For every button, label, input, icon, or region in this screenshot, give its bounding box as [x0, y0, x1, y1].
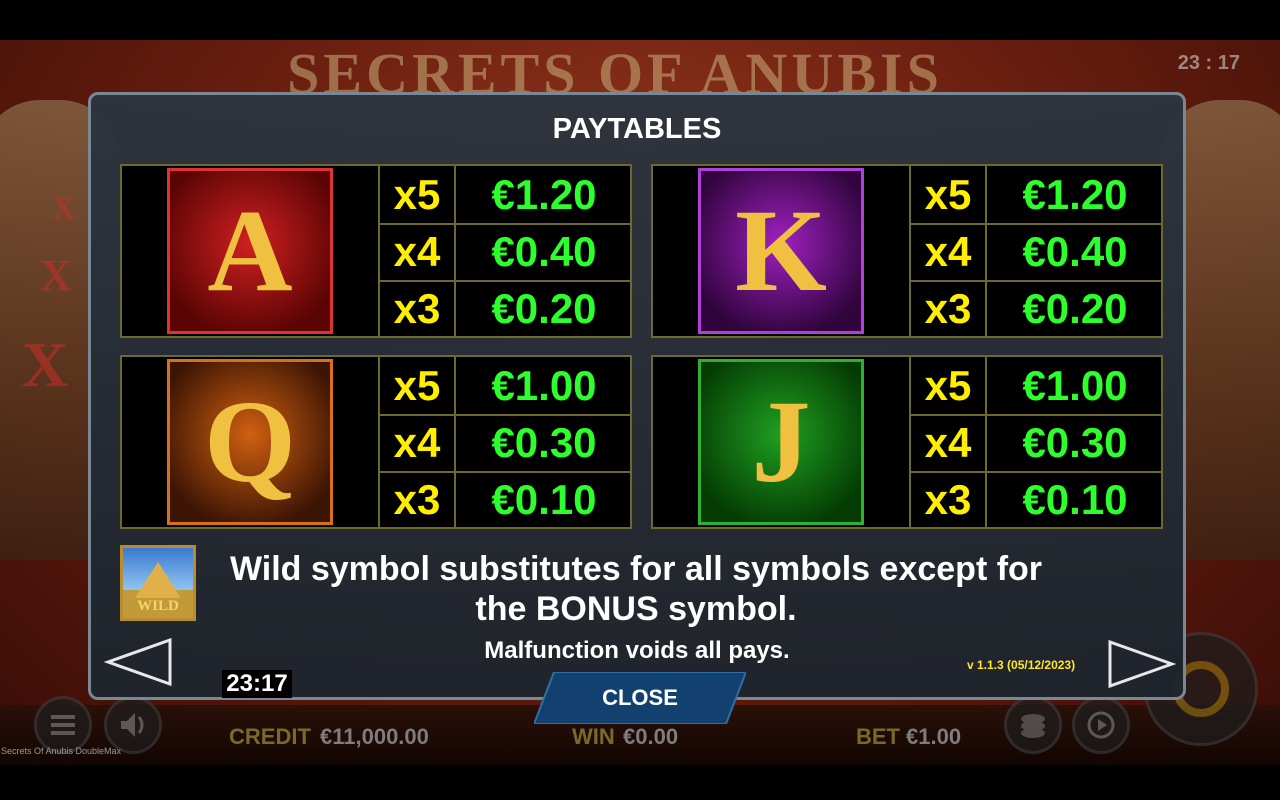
multiplier: x4: [378, 223, 454, 280]
bet-value: €1.00: [906, 724, 962, 749]
payout: €0.30: [985, 414, 1163, 471]
multiplier: x3: [909, 280, 985, 337]
payout: €0.40: [454, 223, 632, 280]
paytable-card-a: A x5 €1.20 x4 €0.40 x3 €0.20: [120, 164, 632, 338]
payout: €1.20: [454, 166, 632, 223]
payout: €0.30: [454, 414, 632, 471]
version-label: v 1.1.3 (05/12/2023): [967, 658, 1076, 672]
multiplier: x5: [909, 357, 985, 414]
credit-value: €11,000.00: [320, 724, 429, 749]
arrow-right-icon: [1108, 639, 1177, 689]
coins-icon: [1021, 714, 1045, 738]
win-label: WIN: [572, 724, 615, 749]
arrow-left-icon: [103, 637, 172, 687]
payout: €1.00: [985, 357, 1163, 414]
payout: €1.20: [985, 166, 1163, 223]
paytable-title: PAYTABLES: [552, 113, 722, 145]
close-label: CLOSE: [602, 685, 678, 710]
x-symbol: X: [22, 329, 69, 400]
bet-button[interactable]: [1004, 696, 1062, 754]
paytable-card-j: J x5 €1.00 x4 €0.30 x3 €0.10: [651, 355, 1163, 529]
autoplay-icon: [1087, 711, 1115, 739]
payout: €0.20: [985, 280, 1163, 337]
symbol-j-icon: J: [698, 359, 864, 525]
sound-icon: [121, 713, 144, 737]
payout: €0.20: [454, 280, 632, 337]
menu-icon: [51, 715, 75, 735]
next-page-button[interactable]: [1106, 638, 1177, 694]
x-symbol: X: [52, 190, 76, 226]
bet-label: BET: [856, 724, 900, 749]
payout: €1.00: [454, 357, 632, 414]
wild-icon-label: WILD: [137, 598, 179, 614]
multiplier: x3: [909, 471, 985, 528]
wild-description: Wild symbol substitutes for all symbols …: [229, 550, 1043, 628]
symbol-q-icon: Q: [167, 359, 333, 525]
close-button[interactable]: CLOSE: [534, 672, 746, 724]
symbol-k-icon: K: [698, 168, 864, 334]
symbol-a-icon: A: [167, 168, 333, 334]
payout: €0.10: [985, 471, 1163, 528]
multiplier: x3: [378, 280, 454, 337]
game-title: Secrets Of Anubis DoubleMax: [1, 746, 122, 756]
wild-symbol-icon: WILD: [120, 545, 196, 621]
background-clock: 23 : 17: [1177, 52, 1240, 74]
x-symbol: X: [40, 251, 72, 300]
multiplier: x5: [378, 166, 454, 223]
clock: 23:17: [222, 670, 292, 698]
autoplay-button[interactable]: [1072, 696, 1130, 754]
multiplier: x3: [378, 471, 454, 528]
payout: €0.40: [985, 223, 1163, 280]
multiplier: x4: [378, 414, 454, 471]
credit-label: CREDIT: [229, 724, 311, 749]
multiplier: x4: [909, 223, 985, 280]
multiplier: x4: [909, 414, 985, 471]
paytable-card-k: K x5 €1.20 x4 €0.40 x3 €0.20: [651, 164, 1163, 338]
paytable-card-q: Q x5 €1.00 x4 €0.30 x3 €0.10: [120, 355, 632, 529]
multiplier: x5: [909, 166, 985, 223]
win-value: €0.00: [623, 724, 679, 749]
multiplier: x5: [378, 357, 454, 414]
previous-page-button[interactable]: [103, 636, 174, 692]
payout: €0.10: [454, 471, 632, 528]
paytable-panel: PAYTABLES A x5 €1.20 x4 €0.40 x3 €0.20 K x5…: [88, 92, 1186, 700]
